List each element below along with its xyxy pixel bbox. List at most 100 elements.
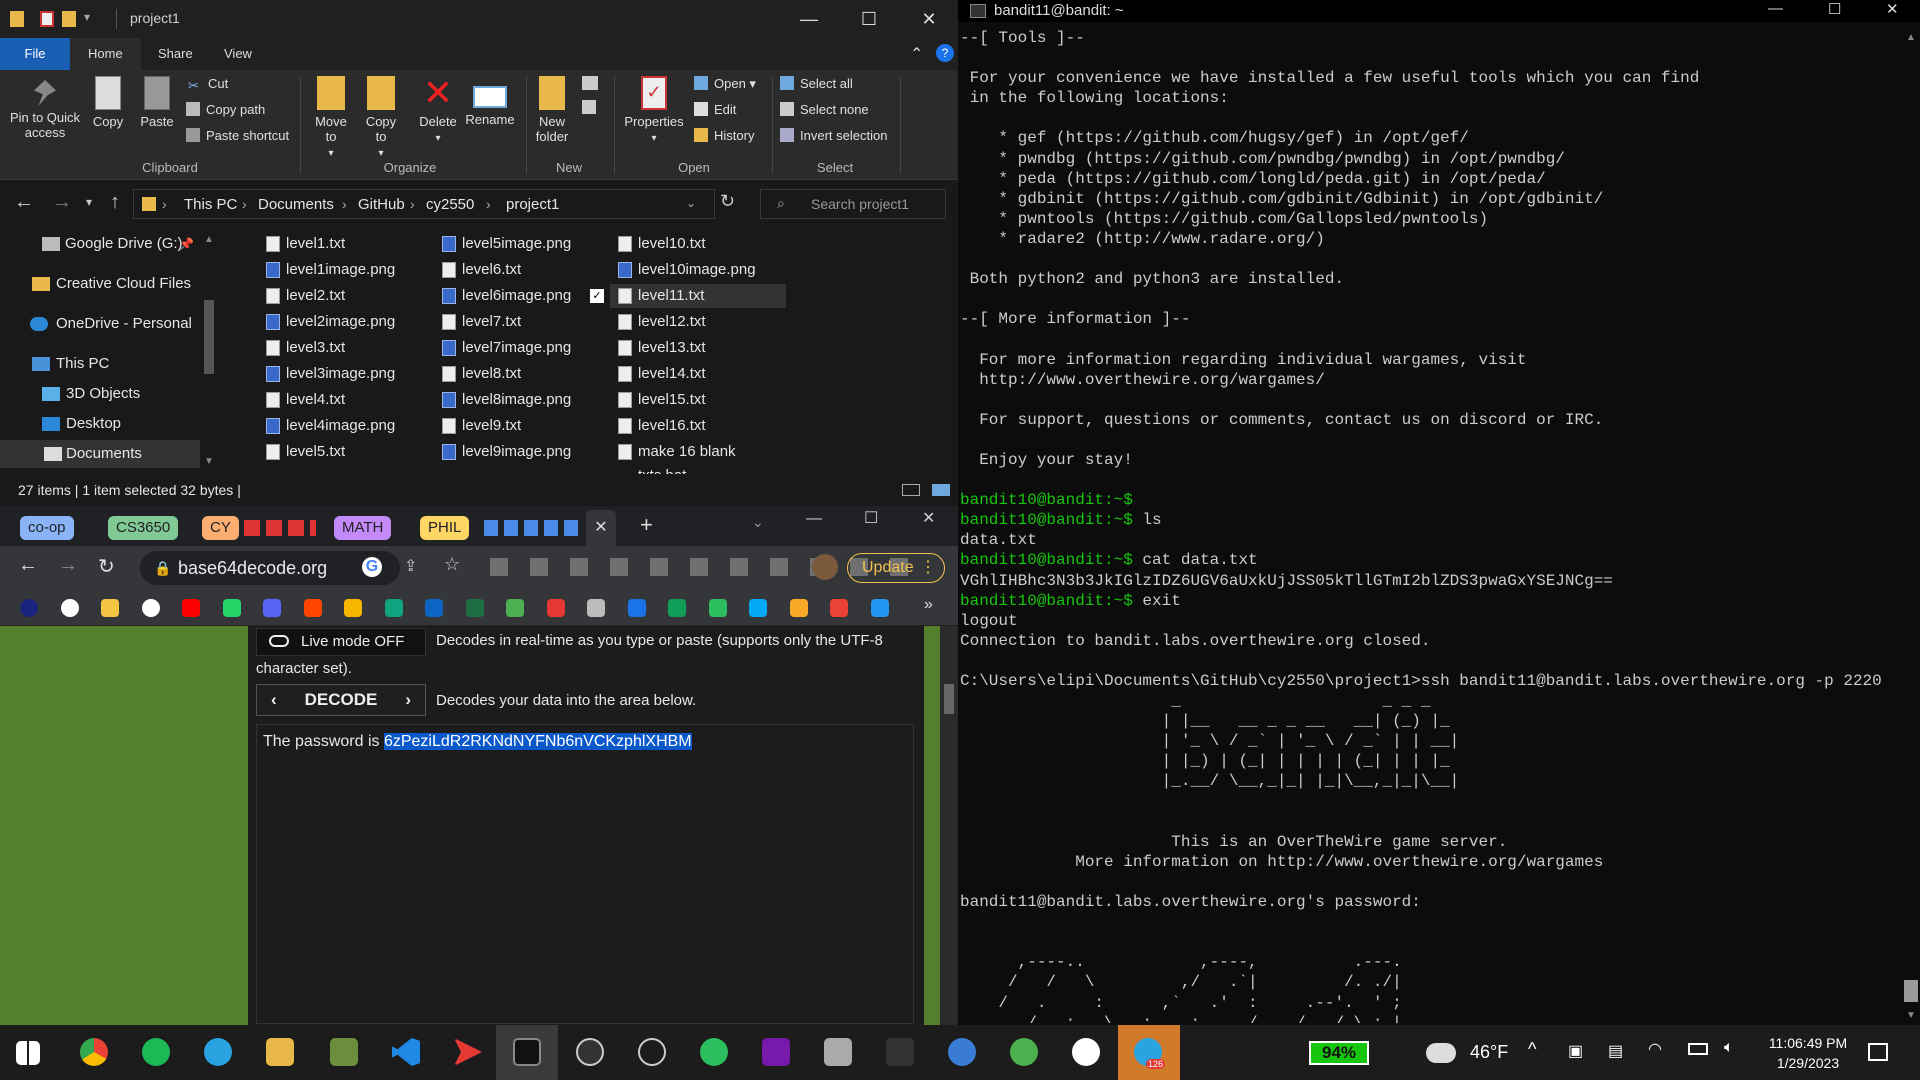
edit-button[interactable]: Edit — [694, 102, 736, 118]
nav-item-google-drive[interactable]: Google Drive (G:) 📌 — [0, 230, 200, 258]
bookmark-icon[interactable] — [587, 599, 605, 617]
close-button[interactable]: ✕ — [922, 508, 935, 528]
minimize-button[interactable]: — — [806, 510, 822, 528]
w-app-icon[interactable] — [576, 1038, 604, 1066]
obs-icon[interactable] — [638, 1038, 666, 1066]
copy-to-button[interactable]: Copy to ▾ — [360, 76, 402, 161]
file-item[interactable]: level9.txt — [434, 414, 610, 438]
maximize-button[interactable]: ☐ — [1828, 0, 1841, 18]
new-folder-button[interactable]: New folder — [532, 76, 572, 144]
windows-start-icon[interactable] — [16, 1041, 40, 1065]
file-explorer-icon[interactable] — [266, 1038, 294, 1066]
address-bar[interactable]: 🔒 base64decode.org — [140, 551, 400, 585]
paste-button[interactable]: Paste — [136, 76, 178, 129]
piano-app-icon[interactable] — [886, 1038, 914, 1066]
back-arrow-icon[interactable]: ← — [18, 554, 38, 577]
history-button[interactable]: History — [694, 128, 754, 144]
file-item[interactable]: level12.txt — [610, 310, 786, 334]
breadcrumb-this-pc[interactable]: This PC — [184, 196, 237, 213]
bookmark-icon[interactable] — [20, 599, 38, 617]
invert-selection-button[interactable]: Invert selection — [780, 128, 887, 144]
file-item[interactable]: level2image.png — [258, 310, 434, 334]
paste-shortcut-button[interactable]: Paste shortcut — [186, 128, 289, 144]
easy-access-icon[interactable] — [582, 100, 596, 114]
reload-icon[interactable]: ↻ — [98, 554, 115, 579]
telegram-icon[interactable] — [204, 1038, 232, 1066]
file-item[interactable]: level8image.png — [434, 388, 610, 412]
new-item-icon[interactable] — [582, 76, 598, 90]
select-all-button[interactable]: Select all — [780, 76, 853, 92]
tab-search-icon[interactable]: ⌄ — [752, 514, 764, 531]
forward-arrow-icon[interactable]: → — [58, 554, 78, 577]
temperature[interactable]: 46°F — [1470, 1042, 1508, 1063]
tab-favicons[interactable] — [484, 520, 582, 536]
chevron-down-icon[interactable]: ▼ — [204, 456, 214, 467]
refresh-icon[interactable]: ↻ — [720, 191, 735, 212]
battery-icon[interactable] — [1688, 1043, 1708, 1055]
file-item[interactable]: level9image.png — [434, 440, 610, 464]
weather-icon[interactable] — [1426, 1043, 1456, 1063]
nav-item-documents[interactable]: Documents — [0, 440, 200, 468]
file-item[interactable]: level8.txt — [434, 362, 610, 386]
google-icon[interactable]: G — [362, 557, 382, 577]
onenote-icon[interactable] — [762, 1038, 790, 1066]
file-item[interactable]: level7image.png — [434, 336, 610, 360]
minimize-button[interactable]: — — [1768, 0, 1783, 17]
nav-item-onedrive[interactable]: OneDrive - Personal — [0, 310, 200, 338]
avatar[interactable] — [812, 554, 838, 580]
page-scrollbar[interactable] — [940, 626, 958, 1025]
scrollbar-thumb[interactable] — [1904, 980, 1918, 1002]
battery-indicator[interactable]: 94% — [1309, 1041, 1369, 1065]
more-bookmarks-icon[interactable]: » — [924, 596, 933, 614]
file-item[interactable]: level1.txt — [258, 232, 434, 256]
recent-locations-icon[interactable]: ▾ — [86, 195, 92, 209]
details-view-icon[interactable] — [902, 484, 920, 496]
quick-access-dropdown-icon[interactable]: ▾ — [84, 10, 90, 24]
bookmark-icon[interactable] — [465, 599, 484, 617]
up-arrow-icon[interactable]: ↑ — [110, 191, 120, 214]
file-item[interactable]: level11.txt ✓ — [590, 284, 786, 308]
live-mode-toggle[interactable]: Live mode OFF — [256, 628, 426, 656]
camera-icon[interactable]: ▣ — [1568, 1041, 1583, 1061]
file-item[interactable]: level14.txt — [610, 362, 786, 386]
file-item[interactable]: level5.txt — [258, 440, 434, 464]
evernote-icon[interactable] — [700, 1038, 728, 1066]
search-input[interactable]: ⌕ Search project1 — [760, 189, 946, 219]
notification-center-icon[interactable] — [1868, 1043, 1888, 1061]
file-item[interactable]: make 16 blank txts.bat — [610, 440, 786, 484]
chevron-down-icon[interactable]: ⌄ — [686, 196, 696, 210]
back-arrow-icon[interactable]: ← — [14, 191, 34, 214]
nav-item-desktop[interactable]: Desktop — [0, 410, 200, 438]
file-item[interactable]: level4.txt — [258, 388, 434, 412]
tab-favicons[interactable] — [244, 520, 316, 536]
nav-item-3d-objects[interactable]: 3D Objects — [0, 380, 200, 408]
nav-item-this-pc[interactable]: This PC — [0, 350, 200, 378]
file-item[interactable]: level2.txt — [258, 284, 434, 308]
tab-share[interactable]: Share — [140, 38, 211, 70]
app-icon[interactable] — [824, 1038, 852, 1066]
launcher-icon[interactable] — [454, 1038, 482, 1066]
file-item[interactable]: level15.txt — [610, 388, 786, 412]
file-item[interactable]: level1image.png — [258, 258, 434, 282]
bookmark-icon[interactable] — [830, 599, 848, 617]
minimize-button[interactable]: — — [780, 0, 838, 38]
wifi-icon[interactable]: ◠ — [1648, 1039, 1662, 1059]
file-item[interactable]: level6.txt — [434, 258, 610, 282]
tab-group-cy[interactable]: CY — [202, 516, 239, 540]
move-to-button[interactable]: Move to ▾ — [310, 76, 352, 161]
tab-view[interactable]: View — [206, 38, 270, 70]
update-button[interactable]: Update ⋮ — [847, 553, 945, 583]
file-item[interactable]: level13.txt — [610, 336, 786, 360]
bookmark-icon[interactable] — [506, 599, 524, 617]
share-icon[interactable]: ⇪ — [404, 556, 417, 576]
volume-icon[interactable]: 🔈︎ — [1724, 1039, 1734, 1057]
spotify-icon[interactable] — [142, 1038, 170, 1066]
nav-scrollbar[interactable]: ▲ ▼ — [200, 228, 218, 474]
chevron-up-icon[interactable]: ▲ — [204, 234, 214, 245]
tab-group-cs3650[interactable]: CS3650 — [108, 516, 179, 540]
output-textarea[interactable]: The password is 6zPeziLdR2RKNdNYFNb6nVCK… — [256, 724, 914, 1024]
bookmark-icon[interactable] — [101, 599, 119, 617]
file-item[interactable]: level10.txt — [610, 232, 786, 256]
pin-to-quick-access-button[interactable]: Pin to Quick access — [4, 80, 86, 140]
chrome-icon[interactable] — [80, 1038, 108, 1066]
